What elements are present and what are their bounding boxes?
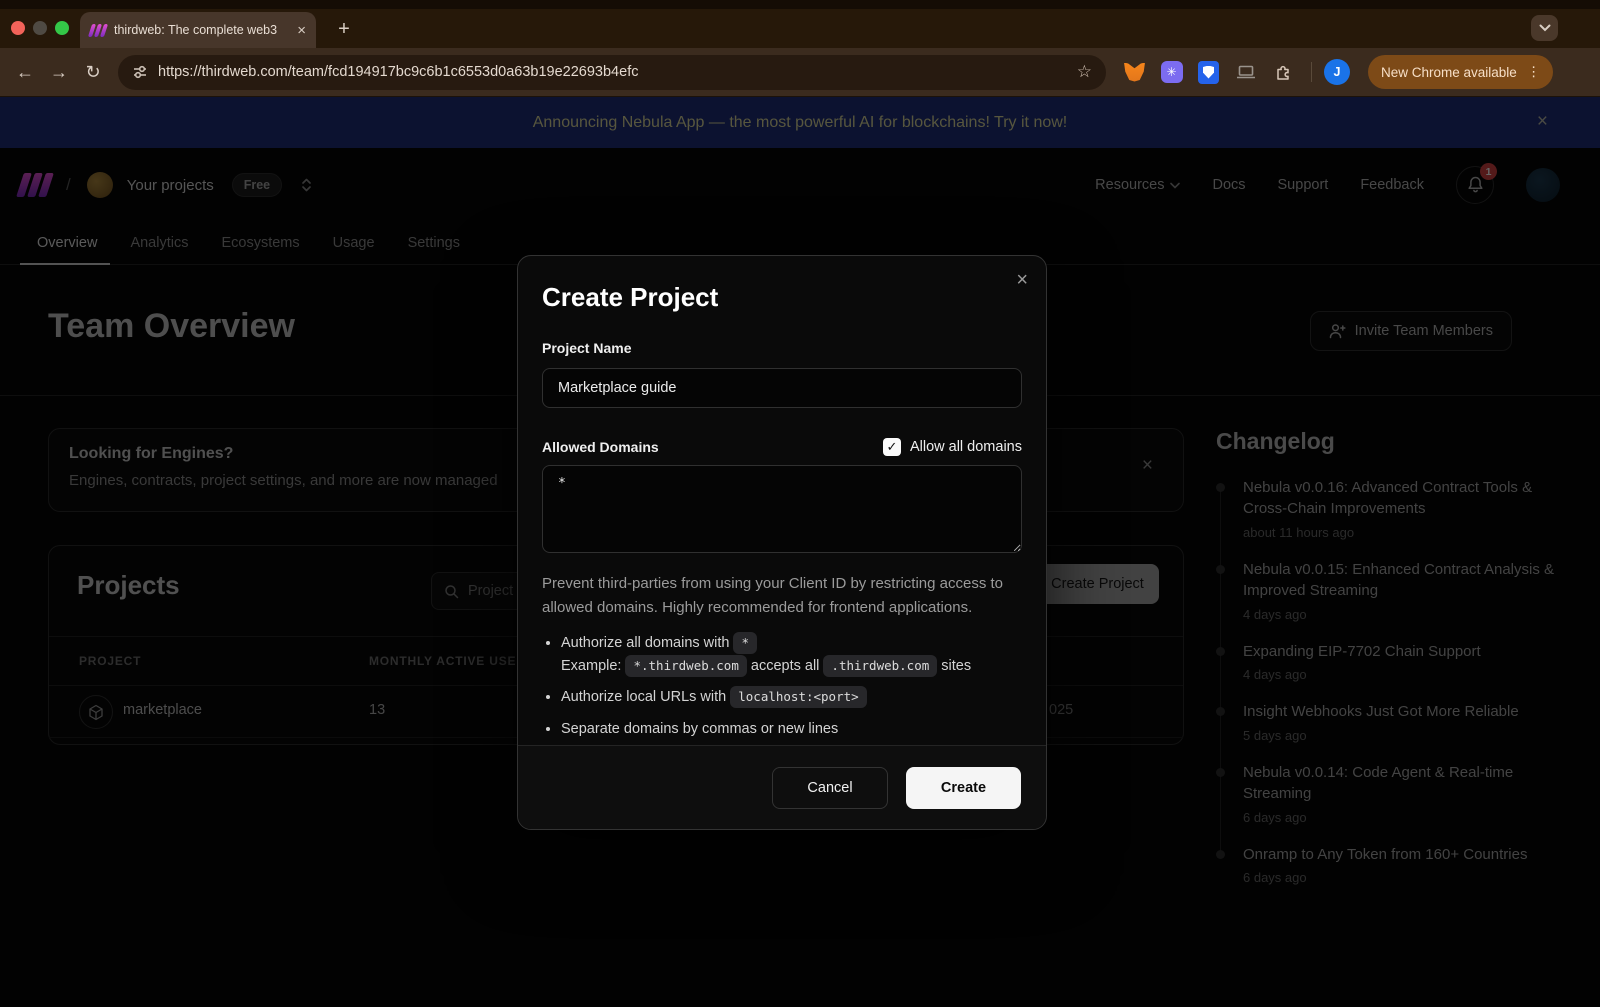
forward-icon: → bbox=[50, 62, 68, 83]
modal-footer: Cancel Create bbox=[518, 745, 1046, 829]
thirdweb-favicon bbox=[90, 24, 106, 37]
allowed-domains-label: Allowed Domains bbox=[542, 439, 659, 455]
hint-text: Authorize local URLs with bbox=[561, 689, 726, 705]
back-icon: ← bbox=[16, 62, 34, 83]
shield-icon bbox=[1198, 61, 1219, 84]
chevron-down-icon bbox=[1539, 24, 1551, 32]
bookmark-star-icon[interactable]: ☆ bbox=[1077, 62, 1092, 82]
allow-all-domains-checkbox[interactable]: ✓ bbox=[883, 438, 901, 456]
code-chip: localhost:<port> bbox=[730, 686, 866, 708]
hint-text: accepts all bbox=[751, 658, 820, 674]
extensions-area: ✳ bbox=[1122, 60, 1295, 85]
modal-close-icon[interactable]: × bbox=[1016, 270, 1028, 290]
extensions-puzzle-button[interactable] bbox=[1270, 60, 1295, 85]
modal-title: Create Project bbox=[542, 282, 1022, 313]
chrome-update-label: New Chrome available bbox=[1381, 65, 1517, 80]
hint-localhost: Authorize local URLs with localhost:<por… bbox=[561, 686, 1022, 708]
browser-window: thirdweb: The complete web3 × + ← → ↻ ht… bbox=[0, 0, 1600, 1007]
macos-window-controls bbox=[11, 21, 69, 35]
hint-text: Authorize all domains with bbox=[561, 635, 729, 651]
forward-button[interactable]: → bbox=[44, 57, 74, 87]
snowflake-icon: ✳ bbox=[1161, 61, 1183, 83]
macos-close-button[interactable] bbox=[11, 21, 25, 35]
hint-text: Separate domains by commas or new lines bbox=[561, 721, 838, 737]
hint-separators: Separate domains by commas or new lines bbox=[561, 718, 1022, 740]
hint-text: Example: bbox=[561, 658, 621, 674]
allow-all-domains-label: Allow all domains bbox=[910, 439, 1022, 455]
domains-hints-list: Authorize all domains with * Example: *.… bbox=[542, 632, 1022, 740]
browser-tab[interactable]: thirdweb: The complete web3 × bbox=[80, 12, 316, 48]
create-project-modal: × Create Project Project Name Allowed Do… bbox=[517, 255, 1047, 830]
reload-button[interactable]: ↻ bbox=[78, 57, 108, 87]
code-chip: *.thirdweb.com bbox=[625, 655, 746, 677]
allow-all-domains-control[interactable]: ✓ Allow all domains bbox=[883, 438, 1022, 456]
macos-zoom-button[interactable] bbox=[55, 21, 69, 35]
hint-text: sites bbox=[941, 658, 971, 674]
address-bar[interactable]: https://thirdweb.com/team/fcd194917bc9c6… bbox=[118, 55, 1106, 90]
site-settings-icon[interactable] bbox=[132, 64, 148, 80]
fox-icon bbox=[1124, 63, 1145, 82]
code-chip: .thirdweb.com bbox=[823, 655, 937, 677]
browser-profile-avatar[interactable]: J bbox=[1324, 59, 1350, 85]
tab-title: thirdweb: The complete web3 bbox=[114, 23, 289, 37]
tab-close-icon[interactable]: × bbox=[297, 23, 306, 38]
macos-minimize-button[interactable] bbox=[33, 21, 47, 35]
page-viewport: Announcing Nebula App — the most powerfu… bbox=[0, 97, 1600, 1007]
browser-menu-icon[interactable]: ⋮ bbox=[1527, 64, 1541, 80]
domains-row: Allowed Domains ✓ Allow all domains bbox=[542, 438, 1022, 456]
modal-body: Create Project Project Name Allowed Doma… bbox=[518, 256, 1046, 740]
reload-icon: ↻ bbox=[85, 62, 100, 83]
wallet-extension-icon[interactable]: ✳ bbox=[1159, 60, 1184, 85]
screen-share-extension-icon[interactable] bbox=[1233, 60, 1258, 85]
password-manager-extension-icon[interactable] bbox=[1196, 60, 1221, 85]
cancel-button[interactable]: Cancel bbox=[772, 767, 888, 809]
project-name-input[interactable] bbox=[542, 368, 1022, 408]
puzzle-icon bbox=[1274, 63, 1292, 81]
chrome-update-button[interactable]: New Chrome available ⋮ bbox=[1368, 55, 1553, 89]
domains-help-text: Prevent third-parties from using your Cl… bbox=[542, 572, 1022, 619]
project-name-label: Project Name bbox=[542, 340, 1022, 356]
new-tab-button[interactable]: + bbox=[330, 15, 358, 43]
code-chip: * bbox=[733, 632, 757, 654]
hint-authorize-all: Authorize all domains with * Example: *.… bbox=[561, 632, 1022, 677]
create-button[interactable]: Create bbox=[906, 767, 1021, 809]
laptop-icon bbox=[1236, 64, 1256, 80]
toolbar-divider bbox=[1311, 62, 1312, 82]
metamask-extension-icon[interactable] bbox=[1122, 60, 1147, 85]
profile-initial: J bbox=[1334, 65, 1341, 79]
browser-toolbar: ← → ↻ https://thirdweb.com/team/fcd19491… bbox=[0, 48, 1600, 97]
browser-tab-strip: thirdweb: The complete web3 × + bbox=[0, 0, 1600, 48]
back-button[interactable]: ← bbox=[10, 57, 40, 87]
url-text[interactable]: https://thirdweb.com/team/fcd194917bc9c6… bbox=[158, 64, 1067, 80]
allowed-domains-textarea[interactable]: * bbox=[542, 465, 1022, 553]
tab-search-button[interactable] bbox=[1531, 15, 1558, 41]
